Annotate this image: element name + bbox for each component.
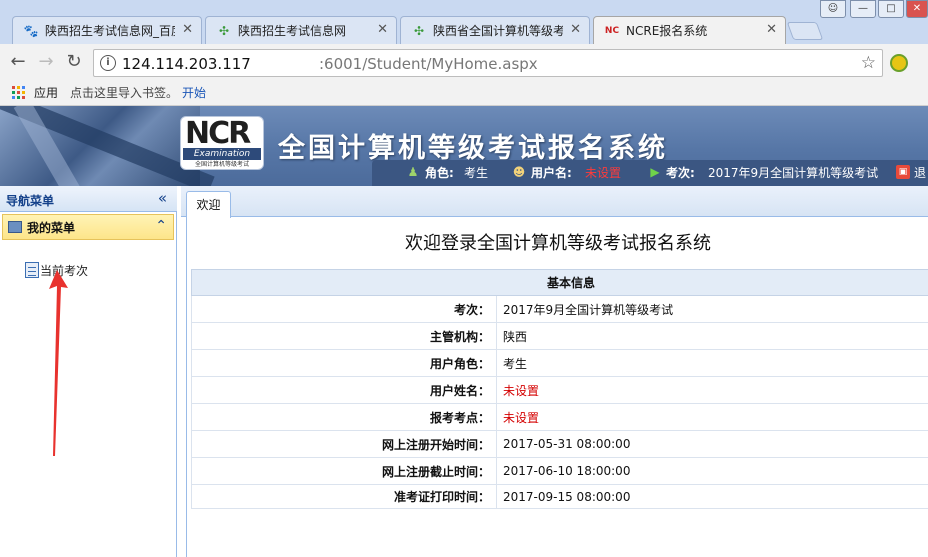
logout-link[interactable]: 退 xyxy=(914,165,926,181)
info-value: 2017年9月全国计算机等级考试 xyxy=(496,295,928,323)
table-row: 网上注册开始时间： 2017-05-31 08:00:00 xyxy=(191,430,928,458)
url-host: 124.114.203.117 xyxy=(122,55,251,73)
table-row: 用户角色： 考生 xyxy=(191,349,928,377)
bookmark-star-icon[interactable]: ☆ xyxy=(861,54,876,72)
logo-text: NCR xyxy=(185,116,251,151)
tab-ncre-active[interactable]: NC NCRE报名系统 ✕ xyxy=(593,16,786,45)
content-tab-bar: 欢迎 xyxy=(181,186,928,218)
info-value: 未设置 xyxy=(496,376,928,404)
close-icon[interactable]: ✕ xyxy=(377,22,388,38)
role-value: 考生 xyxy=(464,166,489,180)
close-icon[interactable]: ✕ xyxy=(182,22,193,38)
exam-value: 2017年9月全国计算机等级考试 xyxy=(708,166,879,180)
pinwheel-icon: ✣ xyxy=(218,24,230,38)
user-icon[interactable]: ☺ xyxy=(820,0,846,18)
username-value: 未设置 xyxy=(585,166,622,180)
new-tab-button[interactable] xyxy=(786,22,824,40)
user-icon: ☻ xyxy=(512,165,526,179)
role-label: 角色: xyxy=(425,166,454,180)
ncre-icon: NC xyxy=(604,26,620,36)
forward-arrow-icon[interactable]: → xyxy=(36,52,56,72)
nav-title: 导航菜单 xyxy=(6,194,55,208)
notebook-icon xyxy=(25,262,39,278)
browser-tab-strip: 🐾 陕西招生考试信息网_百度 ✕ ✣ 陕西招生考试信息网 ✕ ✣ 陕西省全国计算… xyxy=(0,0,928,45)
table-header: 基本信息 xyxy=(191,269,928,296)
tab-welcome-label: 欢迎 xyxy=(196,198,221,212)
ncre-logo: NCR Examination 全国计算机等级考试 xyxy=(180,116,264,170)
info-value: 陕西 xyxy=(496,322,928,350)
close-icon[interactable]: ✕ xyxy=(570,22,581,38)
tab-label: NCRE报名系统 xyxy=(626,24,708,38)
tab-label: 陕西省全国计算机等级考 xyxy=(433,24,563,38)
reload-icon[interactable]: ↻ xyxy=(64,52,84,72)
info-value: 考生 xyxy=(496,349,928,377)
address-bar[interactable]: i 124.114.203.117 :6001/Student/MyHome.a… xyxy=(93,49,883,77)
maximize-button[interactable]: □ xyxy=(878,0,904,18)
apps-grid-icon[interactable] xyxy=(12,86,26,100)
back-arrow-icon[interactable]: ← xyxy=(8,52,28,72)
table-row: 准考证打印时间： 2017-09-15 08:00:00 xyxy=(191,484,928,509)
tab-baidu[interactable]: 🐾 陕西招生考试信息网_百度 ✕ xyxy=(12,16,202,44)
nav-panel-header: 导航菜单 « xyxy=(0,186,177,212)
header-decoration xyxy=(0,106,215,186)
logo-sub: Examination xyxy=(183,148,261,160)
my-menu-header[interactable]: 我的菜单 ⌃ xyxy=(2,214,174,240)
info-value: 未设置 xyxy=(496,403,928,431)
play-arrow-icon: ▶ xyxy=(650,165,660,179)
tab-label: 陕西招生考试信息网_百度 xyxy=(45,24,175,38)
import-bookmarks-text: 点击这里导入书签。 xyxy=(70,86,179,100)
info-key: 用户角色： xyxy=(191,349,497,377)
exam-label: 考次: xyxy=(666,166,695,180)
logo-caption: 全国计算机等级考试 xyxy=(194,161,249,168)
info-key: 主管机构： xyxy=(191,322,497,350)
minimize-button[interactable]: — xyxy=(850,0,876,18)
tab-welcome[interactable]: 欢迎 xyxy=(186,191,231,218)
double-chevron-up-icon[interactable]: ⌃ xyxy=(155,217,167,235)
left-nav-panel: 导航菜单 « 我的菜单 ⌃ 当前考次 xyxy=(0,186,177,557)
person-walk-icon: ♟ xyxy=(407,165,419,179)
site-header: NCR Examination 全国计算机等级考试 全国计算机等级考试报名系统 … xyxy=(0,106,928,186)
tab-sx-ncre[interactable]: ✣ 陕西省全国计算机等级考 ✕ xyxy=(400,16,590,44)
double-chevron-left-icon[interactable]: « xyxy=(158,189,167,207)
table-row: 考次： 2017年9月全国计算机等级考试 xyxy=(191,295,928,323)
paw-icon: 🐾 xyxy=(23,24,39,38)
info-value: 2017-05-31 08:00:00 xyxy=(496,430,928,458)
start-link[interactable]: 开始 xyxy=(182,85,206,101)
pinwheel-icon: ✣ xyxy=(413,24,425,38)
monitor-icon xyxy=(8,221,22,233)
tab-label: 陕西招生考试信息网 xyxy=(238,24,347,38)
info-key: 准考证打印时间： xyxy=(191,484,497,509)
welcome-heading: 欢迎登录全国计算机等级考试报名系统 xyxy=(405,233,711,254)
extension-icon[interactable] xyxy=(890,54,908,72)
url-path: :6001/Student/MyHome.aspx xyxy=(319,55,538,73)
apps-link[interactable]: 应用 xyxy=(34,85,58,101)
bookmarks-bar: 应用 点击这里导入书签。 开始 xyxy=(0,80,928,106)
close-icon[interactable]: ✕ xyxy=(766,22,777,38)
tab-sx-exam[interactable]: ✣ 陕西招生考试信息网 ✕ xyxy=(205,16,397,44)
table-row: 主管机构： 陕西 xyxy=(191,322,928,350)
table-row: 报考考点： 未设置 xyxy=(191,403,928,431)
info-key: 网上注册开始时间： xyxy=(191,430,497,458)
annotation-arrow xyxy=(49,270,68,456)
main-content: 欢迎 欢迎登录全国计算机等级考试报名系统 基本信息 考次： 2017年9月全国计算… xyxy=(181,186,928,557)
info-key: 用户姓名： xyxy=(191,376,497,404)
info-key: 网上注册截止时间： xyxy=(191,457,497,485)
info-value: 2017-06-10 18:00:00 xyxy=(496,457,928,485)
username-label: 用户名: xyxy=(531,166,572,180)
info-key: 考次： xyxy=(191,295,497,323)
welcome-page: 欢迎登录全国计算机等级考试报名系统 基本信息 考次： 2017年9月全国计算机等级… xyxy=(186,218,928,557)
logout-icon[interactable]: ▣ xyxy=(896,165,910,179)
info-key: 报考考点： xyxy=(191,403,497,431)
table-row: 网上注册截止时间： 2017-06-10 18:00:00 xyxy=(191,457,928,485)
basic-info-table: 基本信息 考次： 2017年9月全国计算机等级考试 主管机构： 陕西 用户角色： 考生 用户… xyxy=(191,269,928,509)
my-menu-title: 我的菜单 xyxy=(27,221,76,235)
window-close-button[interactable]: ✕ xyxy=(906,0,928,18)
info-icon[interactable]: i xyxy=(100,55,116,71)
info-value: 2017-09-15 08:00:00 xyxy=(496,484,928,509)
user-info-bar: ♟ 角色: 考生 ☻ 用户名: 未设置 ▶ 考次: 2017年9月全国计算机等级… xyxy=(372,160,928,186)
table-row: 用户姓名： 未设置 xyxy=(191,376,928,404)
